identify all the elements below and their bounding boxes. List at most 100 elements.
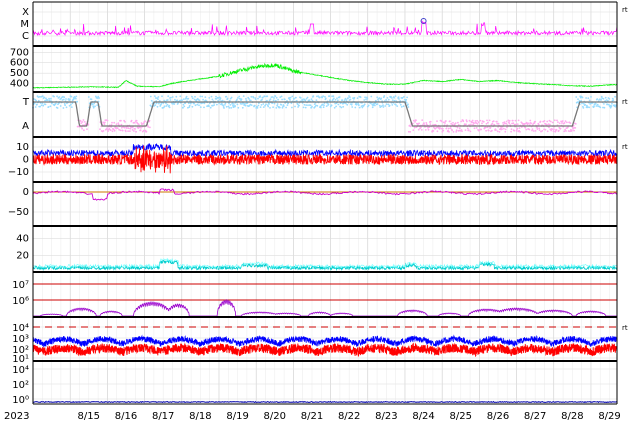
imf-point (528, 128, 531, 131)
imf-point (263, 95, 266, 98)
imf-point (124, 130, 127, 133)
imf-point (574, 127, 577, 129)
imf-point (83, 121, 86, 123)
imf-point (216, 103, 218, 106)
imf-point (56, 95, 58, 98)
imf-point (482, 120, 485, 123)
imf-point (387, 98, 390, 101)
imf-point (75, 95, 78, 98)
imf-point (312, 95, 315, 97)
imf-point (363, 103, 366, 106)
imf-point (58, 96, 61, 98)
imf-point (157, 96, 160, 98)
imf-point (283, 105, 285, 107)
imf-point (233, 103, 235, 105)
imf-point (409, 131, 412, 133)
imf-point (341, 99, 344, 101)
imf-point (444, 122, 446, 124)
imf-point (553, 128, 555, 131)
imf-point (409, 125, 412, 128)
space-weather-chart: 8/15 8/16 8/17 8/18 8/19 8/20 8/21 8/22 8/23 8/24… (4, 1, 628, 422)
series-dst (32, 188, 617, 201)
imf-point (112, 128, 115, 131)
imf-point (565, 130, 567, 132)
imf-point (268, 103, 270, 105)
imf-point (256, 107, 259, 109)
imf-point (484, 126, 487, 129)
imf-point (113, 129, 116, 132)
y-tick-label: 10² (12, 380, 29, 391)
imf-point (92, 106, 95, 109)
imf-point (295, 96, 297, 99)
imf-point (230, 96, 233, 99)
imf-point (157, 98, 159, 100)
imf-point (595, 105, 598, 107)
imf-point (337, 99, 339, 102)
imf-point (345, 102, 347, 105)
imf-point (607, 99, 609, 102)
imf-point (93, 102, 96, 105)
imf-point (508, 119, 511, 122)
imf-point (487, 129, 490, 132)
imf-point (142, 129, 145, 132)
imf-point (203, 106, 205, 109)
x-tick-label: 8/20 (264, 411, 286, 422)
imf-point (308, 99, 311, 101)
imf-point (133, 130, 135, 132)
imf-point (359, 96, 362, 99)
imf-point (65, 106, 68, 109)
imf-point (161, 95, 163, 98)
imf-point (299, 97, 302, 99)
imf-point (333, 106, 336, 109)
imf-point (211, 98, 214, 101)
imf-point (64, 104, 66, 107)
imf-point (99, 128, 101, 131)
imf-point (546, 120, 549, 123)
imf-point (370, 95, 373, 98)
imf-point (34, 106, 37, 108)
imf-point (335, 105, 337, 108)
imf-point (127, 130, 129, 133)
imf-point (385, 103, 388, 105)
series-xray (32, 400, 618, 404)
imf-point (35, 99, 37, 102)
imf-point (566, 121, 568, 124)
imf-point (286, 104, 289, 106)
imf-point (595, 103, 597, 105)
x-tick-label: 8/29 (598, 411, 620, 422)
imf-point (182, 103, 185, 106)
imf-point (154, 95, 156, 97)
imf-point (219, 98, 221, 101)
imf-point (260, 104, 263, 106)
imf-point (544, 128, 547, 131)
imf-point (505, 122, 508, 125)
imf-point (415, 119, 417, 122)
imf-point (323, 104, 325, 107)
imf-point (289, 96, 292, 99)
imf-point (472, 123, 474, 126)
imf-point (412, 129, 415, 132)
imf-point (272, 99, 275, 102)
imf-point (265, 103, 267, 106)
imf-point (53, 95, 55, 98)
imf-point (301, 98, 304, 101)
imf-point (121, 129, 124, 132)
imf-point (518, 127, 521, 129)
imf-point (244, 102, 246, 105)
imf-point (612, 99, 615, 102)
y-tick-label: 10⁷ (12, 280, 29, 291)
imf-point (123, 126, 126, 129)
imf-point (187, 97, 190, 100)
imf-point (154, 104, 157, 106)
imf-point (349, 98, 352, 101)
imf-point (291, 106, 293, 109)
imf-point (217, 99, 220, 102)
imf-point (111, 121, 113, 124)
imf-point (501, 128, 503, 131)
imf-point (529, 119, 532, 122)
imf-point (338, 96, 341, 98)
imf-point (582, 107, 585, 109)
series-density (32, 259, 618, 272)
imf-point (551, 128, 553, 131)
imf-point (318, 96, 321, 99)
